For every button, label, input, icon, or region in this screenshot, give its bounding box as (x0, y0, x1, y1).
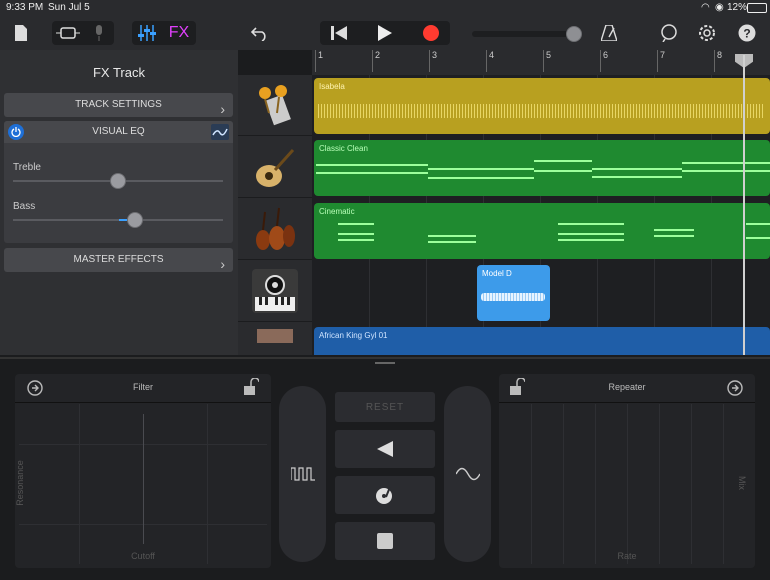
stop-button[interactable] (335, 522, 435, 560)
region-name: Cinematic (319, 207, 355, 216)
reset-button[interactable]: RESET (335, 392, 435, 422)
live-fx-panel: Filter Cutoff Resonance RESET Repeater R… (0, 357, 770, 580)
panel-title: FX Track (92, 65, 145, 80)
visual-eq-label: VISUAL EQ (92, 126, 145, 137)
region-cinematic[interactable]: Cinematic (314, 203, 770, 259)
status-time: 9:33 PM (6, 2, 44, 13)
synth-icon (252, 269, 298, 313)
status-date: Sun Jul 5 (48, 2, 90, 13)
resize-handle[interactable] (375, 362, 395, 364)
tracks-area: Isabela Classic Clean Cinematic Model D (312, 75, 770, 355)
volume-slider[interactable] (472, 31, 578, 37)
filter-pad[interactable]: Filter Cutoff Resonance (15, 374, 271, 568)
metronome-icon[interactable] (598, 22, 620, 44)
scratch-button[interactable] (335, 476, 435, 514)
rewind-icon[interactable] (324, 22, 354, 44)
reverse-icon (377, 441, 393, 457)
battery-level: 12% (727, 2, 748, 13)
strings-icon (256, 207, 295, 250)
document-icon[interactable] (12, 23, 30, 43)
track-settings-button[interactable]: TRACK SETTINGS › (4, 93, 233, 117)
track-headers (238, 75, 312, 356)
master-effects-label: MASTER EFFECTS (73, 254, 164, 265)
region-classic-clean[interactable]: Classic Clean (314, 140, 770, 196)
cutoff-label: Cutoff (131, 551, 155, 561)
filter-title: Filter (133, 382, 153, 392)
wave-icon (455, 467, 480, 481)
fx-button[interactable]: FX (164, 22, 194, 44)
wifi-icon: ◠ (701, 2, 710, 13)
track-header[interactable] (238, 261, 312, 322)
gate-icon (290, 467, 315, 481)
chevron-right-icon: › (220, 256, 225, 272)
mix-label: Mix (737, 476, 747, 490)
treble-label: Treble (13, 162, 41, 173)
bar-number: 4 (485, 50, 495, 72)
visual-eq-section: VISUAL EQ Treble Bass (4, 121, 233, 243)
region-name: Classic Clean (319, 144, 368, 153)
wobble-pill[interactable] (444, 386, 491, 562)
region-name: Isabela (319, 82, 345, 91)
bar-number: 8 (713, 50, 723, 72)
region-name: African King Gyl 01 (319, 331, 388, 340)
status-bar: 9:33 PM Sun Jul 5 ◠ ◉ 12% (0, 0, 770, 16)
bar-number: 6 (599, 50, 609, 72)
repeater-title: Repeater (608, 382, 646, 392)
guitar-icon (256, 148, 295, 187)
region-name: Model D (482, 269, 512, 278)
fx-track-panel: FX Track TRACK SETTINGS › VISUAL EQ Treb… (0, 50, 238, 355)
settings-icon[interactable] (696, 22, 718, 44)
track-header[interactable] (238, 137, 312, 198)
track-header[interactable] (238, 75, 312, 136)
track-header[interactable] (238, 323, 312, 356)
unlock-icon[interactable] (243, 377, 260, 401)
region-african-king[interactable]: African King Gyl 01 (314, 327, 770, 355)
timeline-ruler[interactable]: 1 2 3 4 5 6 7 8 (312, 50, 770, 76)
master-effects-button[interactable]: MASTER EFFECTS › (4, 248, 233, 272)
playhead[interactable] (743, 55, 745, 355)
bar-number: 1 (314, 50, 324, 72)
region-model-d[interactable]: Model D (477, 265, 550, 321)
chevron-right-icon: › (220, 101, 225, 117)
repeater-pad[interactable]: Repeater Rate Mix (499, 374, 755, 568)
reset-pad-icon[interactable] (725, 378, 745, 403)
treble-knob[interactable] (110, 173, 126, 189)
resonance-label: Resonance (14, 460, 25, 506)
svg-text:?: ? (743, 27, 750, 41)
help-icon[interactable]: ? (736, 22, 758, 44)
reverse-button[interactable] (335, 430, 435, 468)
waveform (481, 293, 545, 301)
battery-icon (747, 3, 767, 13)
bar-number: 5 (542, 50, 552, 72)
waveform (318, 104, 764, 118)
bass-knob[interactable] (127, 212, 143, 228)
filter-crosshair (143, 414, 144, 544)
mixer-icon[interactable] (134, 23, 160, 43)
percussion-icon (259, 85, 291, 126)
record-icon[interactable] (416, 22, 446, 44)
volume-knob[interactable] (566, 26, 582, 42)
undo-icon[interactable] (248, 22, 270, 44)
toolbar: FX ? (0, 16, 770, 50)
keyboard-icon (257, 329, 293, 343)
track-view-icon[interactable] (54, 23, 82, 43)
mic-icon[interactable] (88, 23, 110, 43)
gate-pill[interactable] (279, 386, 326, 562)
rate-label: Rate (617, 551, 637, 561)
play-icon[interactable] (370, 22, 400, 44)
eq-curve-icon[interactable] (211, 124, 229, 140)
stop-icon (377, 533, 393, 549)
turntable-icon (376, 486, 392, 504)
lock-rotation-icon: ◉ (715, 2, 724, 13)
bar-number: 2 (371, 50, 381, 72)
region-isabela[interactable]: Isabela (314, 78, 770, 134)
bar-number: 3 (428, 50, 438, 72)
bass-label: Bass (13, 201, 36, 212)
track-header[interactable] (238, 199, 312, 260)
bass-slider[interactable] (13, 219, 223, 221)
loop-icon[interactable] (658, 22, 680, 44)
track-settings-label: TRACK SETTINGS (75, 99, 162, 110)
bar-number: 7 (656, 50, 666, 72)
